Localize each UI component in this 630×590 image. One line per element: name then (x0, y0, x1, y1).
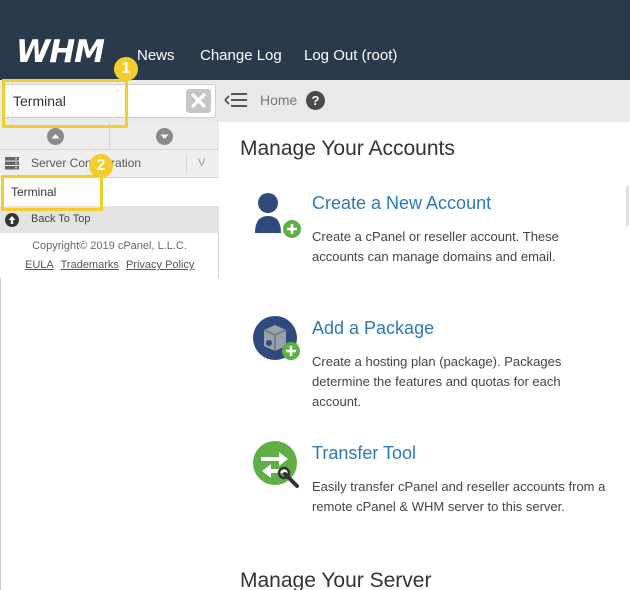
callout-box-search (2, 79, 128, 128)
menu-toggle-icon[interactable] (224, 91, 248, 109)
callout-box-terminal (1, 175, 103, 211)
svg-text:WHM: WHM (16, 34, 105, 70)
add-package-icon (253, 316, 300, 360)
create-account-description: Create a cPanel or reseller account. The… (312, 229, 559, 264)
chevron-down-icon (160, 134, 169, 139)
category-separator (186, 154, 187, 174)
expand-all-button[interactable] (156, 128, 173, 145)
category-label: Server Configuration (31, 156, 142, 170)
callout-badge-2: 2 (89, 154, 113, 178)
nav-log-out[interactable]: Log Out (root) (304, 47, 397, 64)
breadcrumb-home[interactable]: Home (260, 92, 297, 108)
copyright-text: Copyright© 2019 cPanel, L.L.C. (32, 240, 187, 252)
eula-link[interactable]: EULA (25, 259, 54, 271)
callout-badge-1: 1 (114, 57, 138, 81)
whm-logo[interactable]: WHM (16, 30, 118, 70)
server-icon (5, 157, 19, 170)
nav-news[interactable]: News (137, 47, 175, 64)
transfer-tool-icon (253, 441, 299, 488)
help-icon[interactable]: ? (306, 91, 325, 110)
add-user-icon (255, 193, 301, 238)
collapse-all-button[interactable] (47, 128, 64, 145)
nav-change-log[interactable]: Change Log (200, 47, 282, 64)
add-package-description: Create a hosting plan (package). Package… (312, 354, 562, 409)
privacy-policy-link[interactable]: Privacy Policy (126, 259, 194, 271)
section-title-server: Manage Your Server (240, 569, 432, 590)
clear-search-button[interactable] (186, 89, 211, 113)
close-icon (191, 93, 206, 108)
category-collapse-caret[interactable]: V (198, 157, 205, 169)
transfer-tool-description: Easily transfer cPanel and reseller acco… (312, 479, 606, 514)
arrow-up-icon (8, 216, 16, 224)
chevron-up-icon (51, 134, 60, 139)
create-account-link[interactable]: Create a New Account (312, 193, 491, 214)
edge-widget (626, 186, 629, 226)
footer-links: EULA Trademarks Privacy Policy (25, 259, 198, 271)
back-to-top-button[interactable] (5, 213, 19, 227)
section-title-accounts: Manage Your Accounts (240, 137, 455, 160)
sidebar-divider (0, 278, 1, 590)
transfer-tool-link[interactable]: Transfer Tool (312, 443, 416, 464)
back-to-top-label[interactable]: Back To Top (31, 213, 91, 225)
add-package-link[interactable]: Add a Package (312, 318, 434, 339)
trademarks-link[interactable]: Trademarks (61, 259, 119, 271)
